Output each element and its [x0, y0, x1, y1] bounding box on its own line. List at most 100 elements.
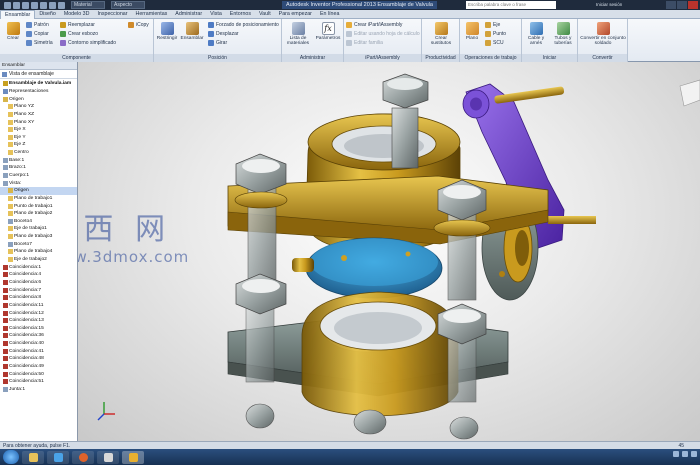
tab-2[interactable]: Modelo 3D	[60, 10, 94, 19]
browser-node[interactable]: Ensamblaje de Valvula.iam	[0, 80, 77, 88]
tab-3[interactable]: Inspeccionar	[93, 10, 131, 19]
start-button[interactable]	[3, 450, 19, 464]
browser-node[interactable]: Plano de trabajo3	[0, 233, 77, 241]
material-combo[interactable]: Material	[71, 1, 105, 9]
browser-node[interactable]: Coincidencia:36	[0, 332, 77, 340]
convert-weldment-button[interactable]: Convertir en conjunto soldado	[580, 22, 626, 46]
browser-node[interactable]: Coincidencia:51	[0, 378, 77, 386]
taskbar-app[interactable]	[97, 450, 119, 464]
browser-node[interactable]: Eje de trabajo1	[0, 225, 77, 233]
browser-node[interactable]: Coincidencia:4	[0, 271, 77, 279]
browser-node[interactable]: Eje de trabajo2	[0, 256, 77, 264]
flag-icon[interactable]	[691, 451, 697, 457]
browser-node[interactable]: Coincidencia:41	[0, 347, 77, 355]
tab-7[interactable]: Entornos	[226, 10, 255, 19]
tab-1[interactable]: Diseño	[35, 10, 60, 19]
tube-pipe-button[interactable]: Tubos y tuberías	[550, 22, 576, 46]
minimize-button[interactable]	[666, 1, 676, 9]
tab-5[interactable]: Administrar	[171, 10, 206, 19]
home-icon[interactable]	[49, 1, 56, 9]
tab-9[interactable]: Para empezar	[275, 10, 316, 19]
volume-icon[interactable]	[682, 451, 688, 457]
rotate-button[interactable]: Girar	[208, 39, 227, 47]
plane-button[interactable]: Plano	[462, 22, 482, 41]
tab-4[interactable]: Herramientas	[132, 10, 172, 19]
grip-snap-button[interactable]: Forzado de posicionamiento	[208, 21, 279, 29]
create-sketch-button[interactable]: Crear esbozo	[60, 30, 98, 38]
taskbar-explorer[interactable]	[22, 450, 44, 464]
browser-node[interactable]: Origen	[0, 186, 77, 195]
browser-node[interactable]: Plano de trabajo4	[0, 248, 77, 256]
browser-node[interactable]: Coincidencia:6	[0, 279, 77, 287]
undo-icon[interactable]	[31, 1, 38, 9]
browser-node[interactable]: Origen	[0, 95, 77, 103]
move-button[interactable]: Desplazar	[208, 30, 239, 38]
browser-node[interactable]: Coincidencia:11	[0, 302, 77, 310]
cable-harness-button[interactable]: Cable y arnés	[524, 22, 548, 46]
maximize-button[interactable]	[677, 1, 687, 9]
save-icon[interactable]	[22, 1, 29, 9]
browser-node[interactable]: Brazo:1	[0, 164, 77, 172]
icopy-button[interactable]: iCopy	[128, 21, 149, 29]
close-button[interactable]	[688, 1, 698, 9]
browser-node[interactable]: Coincidencia:1	[0, 263, 77, 271]
browser-node[interactable]: Centro	[0, 149, 77, 157]
browser-node[interactable]: Coincidencia:13	[0, 317, 77, 325]
browser-node[interactable]: Coincidencia:40	[0, 340, 77, 348]
open-folder-icon[interactable]	[13, 1, 20, 9]
browser-node[interactable]: Plano XY	[0, 118, 77, 126]
help-search-input[interactable]: Escriba palabra clave o frase	[466, 1, 556, 9]
browser-node[interactable]: Boceto7	[0, 240, 77, 248]
browser-node[interactable]: Coincidencia:15	[0, 325, 77, 333]
browser-view-selector[interactable]: Vista de ensamblaje	[0, 70, 77, 79]
substitutes-button[interactable]: Crear sustitutos	[427, 22, 455, 46]
sign-in-link[interactable]: Iniciar sesión	[596, 1, 622, 9]
browser-node[interactable]: Coincidencia:48	[0, 355, 77, 363]
graphics-viewport[interactable]: 莫 西 网 www.3dmox.com	[78, 62, 700, 441]
browser-node[interactable]: Plano YZ	[0, 103, 77, 111]
browser-node[interactable]: Plano de trabajo1	[0, 195, 77, 203]
browser-node[interactable]: Coincidencia:7	[0, 286, 77, 294]
browser-node[interactable]: Coincidencia:12	[0, 309, 77, 317]
tab-10[interactable]: En línea	[316, 10, 343, 19]
browser-node[interactable]: Coincidencia:49	[0, 363, 77, 371]
browser-node[interactable]: Eje Y	[0, 133, 77, 141]
browser-node[interactable]: Plano XZ	[0, 111, 77, 119]
select-icon[interactable]	[58, 1, 65, 9]
taskbar-inventor[interactable]	[122, 450, 144, 464]
assemble-button[interactable]: Ensamblar	[181, 22, 203, 41]
browser-node[interactable]: Boceto4	[0, 218, 77, 226]
network-icon[interactable]	[673, 451, 679, 457]
create-ipart-button[interactable]: Crear iPart/iAssembly	[346, 21, 402, 29]
appearance-combo[interactable]: Aspecto	[111, 1, 145, 9]
simplified-shell-button[interactable]: Contorno simplificado	[60, 39, 116, 47]
redo-icon[interactable]	[40, 1, 47, 9]
point-button[interactable]: Punto	[485, 30, 506, 38]
copy-button[interactable]: Copiar	[26, 30, 49, 38]
browser-node[interactable]: Plano de trabajo2	[0, 210, 77, 218]
ucs-button[interactable]: SCU	[485, 39, 504, 47]
tab-0[interactable]: Ensamblar	[0, 9, 36, 19]
browser-node[interactable]: Eje Z	[0, 141, 77, 149]
browser-node[interactable]: Vista:	[0, 179, 77, 187]
view-cube-icon[interactable]	[679, 79, 700, 107]
browser-node[interactable]: Cuerpo:1	[0, 172, 77, 180]
parameters-button[interactable]: fx Parámetros	[314, 22, 342, 41]
mirror-button[interactable]: Simetría	[26, 39, 53, 47]
taskbar-firefox[interactable]	[72, 450, 94, 464]
tab-6[interactable]: Vista	[206, 10, 226, 19]
browser-node[interactable]: Coincidencia:50	[0, 370, 77, 378]
browser-node[interactable]: Junta:1	[0, 386, 77, 394]
constrain-button[interactable]: Restringir	[156, 22, 178, 41]
taskbar-media[interactable]	[47, 450, 69, 464]
new-file-icon[interactable]	[4, 1, 11, 9]
bom-button[interactable]: Lista de materiales	[285, 22, 311, 46]
browser-node[interactable]: Coincidencia:8	[0, 294, 77, 302]
pattern-button[interactable]: Patrón	[26, 21, 49, 29]
replace-button[interactable]: Reemplazar	[60, 21, 95, 29]
tab-8[interactable]: Vault	[255, 10, 275, 19]
create-button[interactable]: Crear	[2, 22, 24, 41]
edit-family-button[interactable]: Editar familia	[346, 39, 383, 47]
browser-node[interactable]: Representaciones	[0, 88, 77, 96]
axis-button[interactable]: Eje	[485, 21, 500, 29]
